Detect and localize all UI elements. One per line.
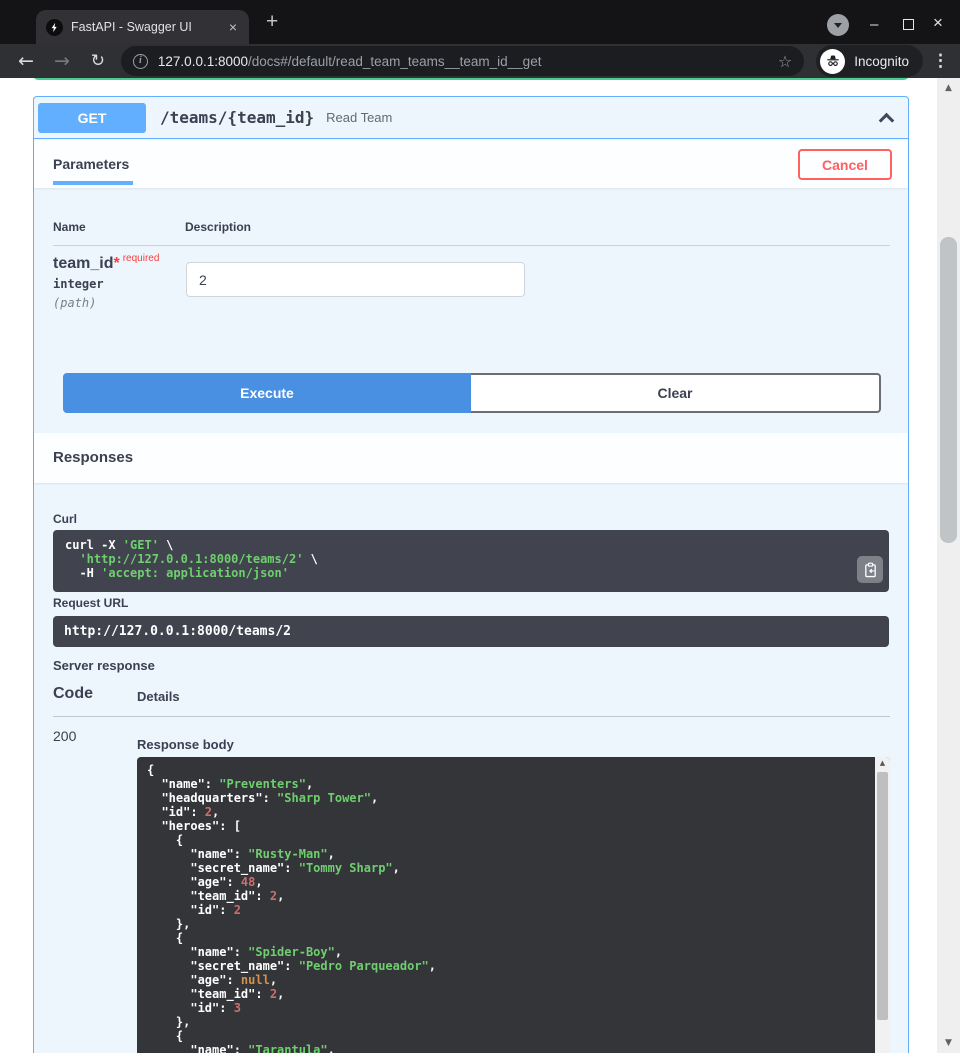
tab-search-icon[interactable] (827, 14, 849, 36)
execute-button[interactable]: Execute (63, 373, 471, 413)
curl-block: curl -X 'GET' \ 'http://127.0.0.1:8000/t… (53, 530, 889, 592)
response-table-divider (53, 716, 890, 717)
address-bar[interactable]: i 127.0.0.1:8000/docs#/default/read_team… (121, 46, 804, 76)
parameters-header: Parameters Cancel (34, 140, 908, 188)
url-path: /docs#/default/read_team_teams__team_id_… (248, 54, 541, 69)
collapsed-post-endpoint-edge[interactable] (33, 78, 909, 80)
responses-title: Responses (53, 433, 133, 483)
request-url-value: http://127.0.0.1:8000/teams/2 (53, 616, 889, 647)
response-body-scrollbar[interactable]: ▲ (875, 757, 890, 1053)
required-star: * (113, 255, 119, 272)
minimize-icon[interactable]: – (870, 16, 878, 34)
browser-chrome: FastAPI - Swagger UI × + – × ← → ↻ i 127… (0, 0, 960, 78)
incognito-icon (820, 49, 845, 74)
copy-to-clipboard-icon[interactable] (857, 556, 883, 583)
parameter-type: integer (53, 277, 104, 291)
page-scrollbar-thumb[interactable] (940, 237, 957, 543)
required-label: required (123, 253, 160, 264)
curl-label: Curl (53, 512, 77, 526)
endpoint-path: /teams/{team_id} (160, 108, 314, 127)
collapse-chevron-up-icon[interactable] (879, 113, 895, 129)
response-scrollbar-thumb[interactable] (877, 772, 888, 1020)
cancel-button[interactable]: Cancel (798, 149, 892, 180)
details-column-header: Details (137, 689, 180, 704)
incognito-badge: Incognito (816, 45, 923, 77)
tab-strip: FastAPI - Swagger UI × + – × (0, 0, 960, 44)
menu-icon[interactable]: ⋮ (932, 51, 949, 71)
fastapi-logo-icon (46, 19, 63, 36)
site-info-icon[interactable]: i (133, 54, 148, 69)
url-text: 127.0.0.1:8000/docs#/default/read_team_t… (158, 54, 778, 69)
tab-close-icon[interactable]: × (227, 20, 239, 34)
incognito-label: Incognito (854, 54, 909, 69)
curl-command: curl -X 'GET' \ 'http://127.0.0.1:8000/t… (53, 530, 889, 588)
execute-wrapper: Execute Clear (63, 373, 881, 413)
browser-tab[interactable]: FastAPI - Swagger UI × (36, 10, 249, 44)
name-column-header: Name (53, 220, 86, 234)
opblock-summary[interactable]: GET /teams/{team_id} Read Team (34, 97, 908, 139)
status-code: 200 (53, 728, 76, 744)
request-url-label: Request URL (53, 596, 128, 610)
code-column-header: Code (53, 685, 93, 703)
method-badge: GET (38, 103, 146, 133)
forward-icon: → (44, 50, 80, 72)
team-id-input[interactable] (186, 262, 525, 297)
responses-header: Responses (34, 433, 908, 483)
description-column-header: Description (185, 220, 251, 234)
tab-title: FastAPI - Swagger UI (71, 20, 227, 34)
server-response-label: Server response (53, 658, 155, 673)
table-header-divider (53, 245, 890, 246)
response-body-label: Response body (137, 737, 234, 752)
swagger-page: GET /teams/{team_id} Read Team Parameter… (0, 78, 960, 1053)
page-scrollbar[interactable]: ▲ ▼ (937, 78, 960, 1053)
browser-toolbar: ← → ↻ i 127.0.0.1:8000/docs#/default/rea… (0, 44, 960, 78)
window-close-icon[interactable]: × (933, 14, 943, 32)
page-scroll-down-icon[interactable]: ▼ (937, 1038, 960, 1048)
clear-button[interactable]: Clear (471, 373, 881, 413)
back-icon[interactable]: ← (8, 50, 44, 72)
tab-parameters[interactable]: Parameters (53, 156, 133, 185)
page-scroll-up-icon[interactable]: ▲ (937, 83, 960, 93)
url-host: 127.0.0.1:8000 (158, 54, 248, 69)
parameter-name: team_id*required (53, 253, 159, 273)
response-body-json: { "name": "Preventers", "headquarters": … (137, 757, 890, 1053)
response-body-block: { "name": "Preventers", "headquarters": … (137, 757, 890, 1053)
reload-icon[interactable]: ↻ (80, 51, 116, 71)
maximize-icon[interactable] (903, 19, 914, 30)
bookmark-star-icon[interactable]: ☆ (778, 52, 792, 71)
response-scroll-up-icon[interactable]: ▲ (875, 759, 890, 767)
opblock-get-teams-team-id: GET /teams/{team_id} Read Team Parameter… (33, 96, 909, 1053)
parameter-location: (path) (53, 296, 96, 310)
endpoint-summary: Read Team (326, 110, 392, 125)
new-tab-icon[interactable]: + (266, 11, 278, 33)
